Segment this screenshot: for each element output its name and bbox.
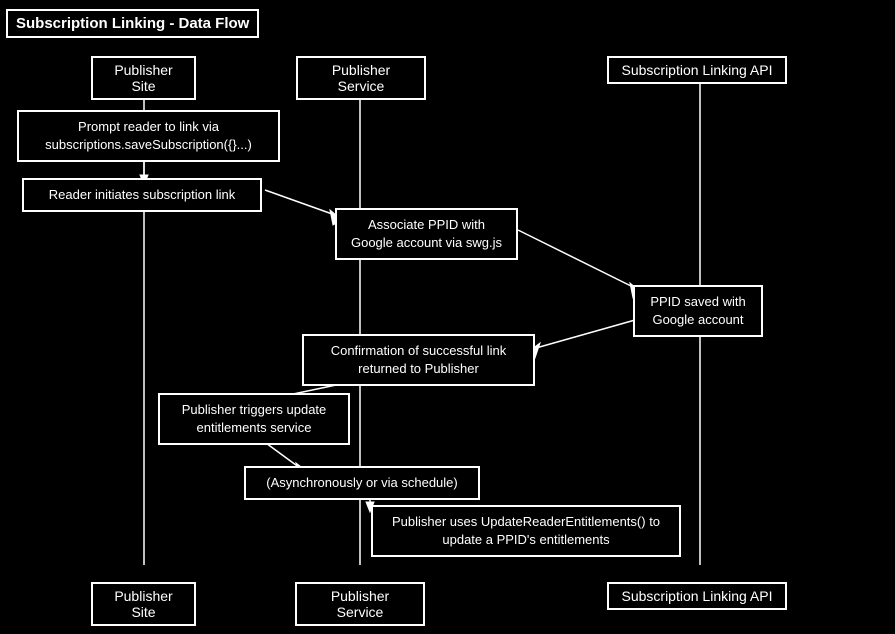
associate-ppid-box: Associate PPID with Google account via s… bbox=[335, 208, 518, 260]
ppid-saved-box: PPID saved with Google account bbox=[633, 285, 763, 337]
update-ppid-box: Publisher uses UpdateReaderEntitlements(… bbox=[371, 505, 681, 557]
pub-service-bot-label: Publisher Service bbox=[295, 582, 425, 626]
pub-service-top-label: Publisher Service bbox=[296, 56, 426, 100]
sub-api-bot-label: Subscription Linking API bbox=[607, 582, 787, 610]
pub-site-bot-label: Publisher Site bbox=[91, 582, 196, 626]
prompt-box: Prompt reader to link via subscriptions.… bbox=[17, 110, 280, 162]
reader-initiates-box: Reader initiates subscription link bbox=[22, 178, 262, 212]
diagram-title: Subscription Linking - Data Flow bbox=[6, 9, 259, 38]
pub-site-top-label: Publisher Site bbox=[91, 56, 196, 100]
sub-api-top-label: Subscription Linking API bbox=[607, 56, 787, 84]
async-box: (Asynchronously or via schedule) bbox=[244, 466, 480, 500]
confirmation-box: Confirmation of successful link returned… bbox=[302, 334, 535, 386]
pub-triggers-box: Publisher triggers update entitlements s… bbox=[158, 393, 350, 445]
